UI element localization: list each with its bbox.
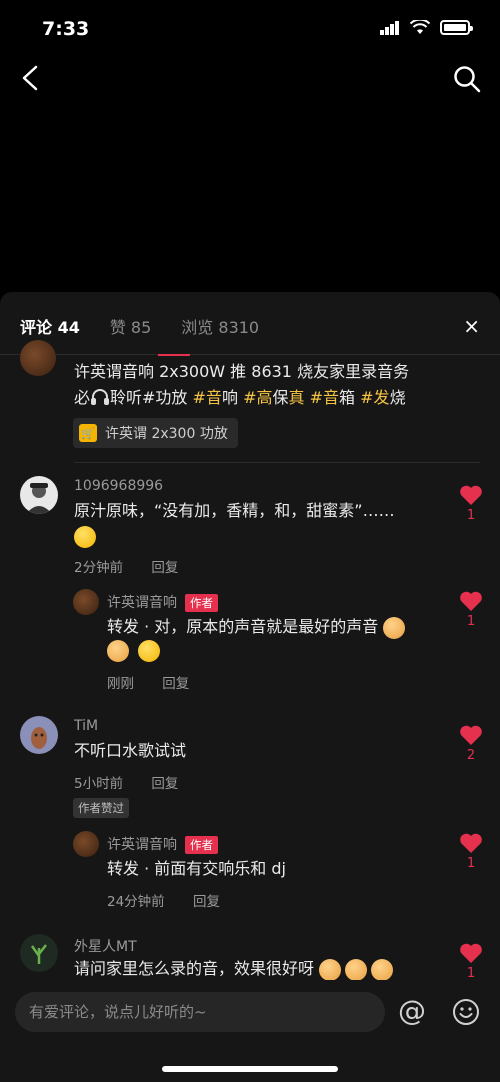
like-count: 1 <box>466 966 476 981</box>
heart-icon <box>460 943 482 963</box>
cart-icon: 🛒 <box>79 424 97 442</box>
reply-time: 刚刚 <box>107 676 134 692</box>
comment-meta: 2分钟前 回复 <box>74 556 178 576</box>
comment-avatar[interactable] <box>20 934 58 972</box>
post-line-1: 许英谓音响 2x300W 推 8631 烧友家里录音务 <box>74 362 410 381</box>
emoji-laughing-icon <box>74 526 100 548</box>
comment-meta: 5小时前 回复 <box>74 772 178 792</box>
status-icons <box>380 20 473 35</box>
reply-avatar[interactable] <box>73 589 99 615</box>
thumbs-up-emoji-icon <box>107 640 129 662</box>
heart-icon <box>460 833 482 853</box>
comment-input[interactable]: 有爱评论，说点儿好听的~ <box>15 992 385 1032</box>
clap-emoji-icon <box>383 616 406 639</box>
comment-username[interactable]: 1096968996 <box>74 478 163 494</box>
hashtag[interactable]: #音 <box>310 388 339 407</box>
divider <box>0 354 500 355</box>
product-link[interactable]: 🛒 许英谓 2x300 功放 <box>73 418 238 448</box>
post-word: 响 <box>221 388 238 407</box>
signal-icon <box>380 20 399 35</box>
emoji-picker-icon[interactable] <box>452 998 480 1026</box>
reply-text-content: 转发 · 对，原本的声音就是最好的声音 <box>107 617 379 636</box>
like-button[interactable]: 1 <box>456 832 486 871</box>
close-button[interactable]: × <box>463 314 480 338</box>
post-word: 烧 <box>389 388 406 407</box>
reply-button[interactable]: 回复 <box>162 676 189 692</box>
author-tag: 作者 <box>185 594 218 612</box>
reply-meta: 24分钟前 回复 <box>107 890 220 910</box>
like-count: 1 <box>466 508 476 523</box>
comment-text-content: 请问家里怎么录的音，效果很好呀 <box>74 959 315 978</box>
comment-username[interactable]: TiM <box>74 718 98 734</box>
product-link-label: 许英谓 2x300 功放 <box>105 426 228 442</box>
reply-username: 许英谓音响 作者 <box>107 834 218 854</box>
post-word: 保 <box>272 388 289 407</box>
thumbs-up-emoji-icon <box>345 958 368 981</box>
comment-time: 2分钟前 <box>74 560 124 576</box>
tab-comments[interactable]: 评论 44 <box>20 314 80 338</box>
reply-avatar[interactable] <box>73 831 99 857</box>
hashtag[interactable]: #发 <box>360 388 389 407</box>
comment-input-bar: 有爱评论，说点儿好听的~ @ <box>0 980 500 1082</box>
comment-avatar[interactable] <box>20 476 58 514</box>
reply-username: 许英谓音响 作者 <box>107 592 218 612</box>
hashtag[interactable]: #高 <box>243 388 272 407</box>
comment-text: 不听口水歌试试 <box>74 741 187 760</box>
heart-icon <box>460 725 482 745</box>
like-count: 1 <box>466 614 476 629</box>
thumbs-up-emoji-icon <box>319 958 342 981</box>
tab-views[interactable]: 浏览 8310 <box>181 314 259 338</box>
reply-emoji-row <box>107 640 164 662</box>
post-author-avatar[interactable] <box>20 340 56 376</box>
reply-meta: 刚刚 回复 <box>107 672 189 692</box>
reply-button[interactable]: 回复 <box>151 560 178 576</box>
headphone-icon <box>90 388 110 406</box>
heart-icon <box>460 591 482 611</box>
at-mention-icon[interactable]: @ <box>398 994 426 1027</box>
surprised-emoji-icon <box>138 640 161 662</box>
like-count: 2 <box>466 748 476 763</box>
post-line-2-prefix: 必 <box>74 388 91 407</box>
reply-button[interactable]: 回复 <box>193 894 220 910</box>
post-author-badge <box>158 354 190 356</box>
like-button[interactable]: 2 <box>456 724 486 763</box>
comment-username[interactable]: 外星人MT <box>74 936 137 956</box>
hashtag[interactable]: #音 <box>193 388 222 407</box>
reply-text: 转发 · 前面有交响乐和 dj <box>107 859 286 878</box>
home-indicator <box>162 1066 338 1072</box>
like-count: 1 <box>466 856 476 871</box>
author-tag: 作者 <box>185 836 218 854</box>
like-button[interactable]: 1 <box>456 942 486 981</box>
reply-username-text[interactable]: 许英谓音响 <box>107 837 177 853</box>
search-icon[interactable] <box>452 64 482 94</box>
post-text: 许英谓音响 2x300W 推 8631 烧友家里录音务 必 聆听#功放 #音响 … <box>74 359 474 411</box>
post-word: 箱 <box>339 388 356 407</box>
comment-avatar[interactable] <box>20 716 58 754</box>
post-line-2-text: 聆听#功放 <box>110 388 188 407</box>
reply-text: 转发 · 对，原本的声音就是最好的声音 <box>107 614 447 640</box>
comment-text: 原汁原味，“没有加，香精，和，甜蜜素”…… <box>74 501 395 520</box>
comment-time: 5小时前 <box>74 776 124 792</box>
heart-icon <box>460 485 482 505</box>
like-button[interactable]: 1 <box>456 484 486 523</box>
comment-text: 请问家里怎么录的音，效果很好呀 <box>74 956 454 982</box>
tab-bar: 评论 44 赞 85 浏览 8310 <box>20 314 259 338</box>
comment-sheet: 评论 44 赞 85 浏览 8310 × 许英谓音响 2x300W 推 8631… <box>0 292 500 1082</box>
author-liked-badge: 作者赞过 <box>73 798 129 818</box>
post-word: 真 <box>288 388 305 407</box>
divider <box>74 462 480 463</box>
tab-likes[interactable]: 赞 85 <box>110 314 151 338</box>
battery-icon <box>440 20 473 35</box>
post-line-2: 必 聆听#功放 #音响 #高保真 #音箱 #发烧 <box>74 385 474 411</box>
reply-username-text[interactable]: 许英谓音响 <box>107 595 177 611</box>
back-icon[interactable] <box>18 64 42 92</box>
like-button[interactable]: 1 <box>456 590 486 629</box>
status-time: 7:33 <box>42 18 90 40</box>
reply-button[interactable]: 回复 <box>151 776 178 792</box>
wifi-icon <box>410 20 430 34</box>
reply-time: 24分钟前 <box>107 894 165 910</box>
thumbs-up-emoji-icon <box>371 958 394 981</box>
